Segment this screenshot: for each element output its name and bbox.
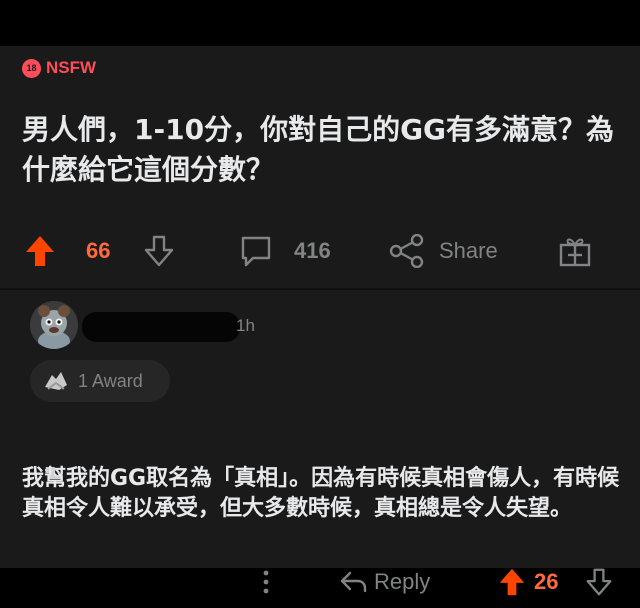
comment-card: 1h 1 Award 我幫我的GG取名為「真相」。因為有時候真相會傷人，有時候真… [0, 290, 640, 596]
post-actions: 66 416 Share [0, 231, 640, 271]
avatar[interactable] [30, 301, 78, 349]
post-upvote-count: 66 [86, 238, 111, 263]
nsfw-18-icon: 18 [22, 58, 41, 78]
upvote-arrow-icon[interactable] [498, 567, 526, 597]
post-title[interactable]: 男人們，1-10分，你對自己的GG有多滿意？為什麼給它這個分數？ [22, 110, 622, 190]
reply-button[interactable]: Reply [338, 562, 430, 602]
more-options-icon[interactable] [258, 562, 274, 602]
comment-body: 我幫我的GG取名為「真相」。因為有時候真相會傷人，有時候真相令人難以承受，但大多… [22, 466, 620, 521]
award-icon [42, 369, 70, 393]
comment-vote: 26 [498, 562, 558, 602]
nsfw-tag: 18 NSFW [22, 58, 96, 78]
redacted-username [82, 312, 240, 342]
reply-label: Reply [374, 569, 431, 594]
comment-upvote-count: 26 [534, 569, 559, 594]
award-label: 1 Award [78, 370, 143, 391]
post-card: 18 NSFW 男人們，1-10分，你對自己的GG有多滿意？為什麼給它這個分數？… [0, 46, 640, 288]
upvote-arrow-icon[interactable] [24, 231, 56, 271]
nsfw-label: NSFW [46, 58, 97, 77]
downvote-arrow-icon[interactable] [143, 231, 175, 271]
comment-actions: Reply 26 [0, 562, 640, 602]
share-icon[interactable] [389, 231, 425, 271]
downvote-arrow-icon[interactable] [585, 562, 613, 602]
post-comment-count[interactable]: 416 [294, 231, 331, 271]
comment-bubble-icon[interactable] [239, 231, 273, 271]
gift-award-icon[interactable] [558, 231, 592, 271]
comment-timestamp: 1h [236, 316, 255, 335]
share-label[interactable]: Share [439, 231, 498, 271]
reply-arrow-icon [338, 569, 368, 595]
award-badge[interactable]: 1 Award [30, 360, 170, 402]
reddit-screen: 18 NSFW 男人們，1-10分，你對自己的GG有多滿意？為什麼給它這個分數？… [0, 46, 640, 596]
